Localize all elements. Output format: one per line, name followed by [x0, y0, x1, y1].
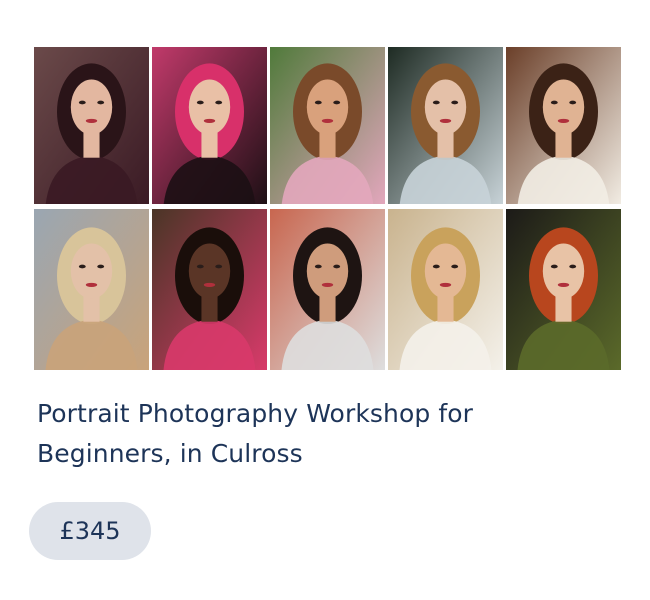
portrait-photo-icon [506, 209, 621, 370]
gallery-photo[interactable] [270, 209, 385, 370]
portrait-photo-icon [34, 47, 149, 204]
portrait-photo-icon [270, 47, 385, 204]
gallery-photo[interactable] [270, 47, 385, 204]
portrait-photo-icon [34, 209, 149, 370]
gallery-photo[interactable] [388, 47, 503, 204]
portrait-photo-icon [506, 47, 621, 204]
gallery-photo[interactable] [34, 209, 149, 370]
gallery-photo[interactable] [152, 209, 267, 370]
gallery-photo[interactable] [506, 209, 621, 370]
portrait-photo-icon [388, 47, 503, 204]
price-badge: £345 [29, 502, 151, 560]
price-label: £345 [59, 517, 121, 545]
gallery-photo[interactable] [34, 47, 149, 204]
photo-gallery[interactable] [34, 47, 622, 370]
portrait-photo-icon [270, 209, 385, 370]
portrait-photo-icon [388, 209, 503, 370]
workshop-card[interactable]: Portrait Photography Workshop for Beginn… [0, 0, 650, 600]
portrait-photo-icon [152, 209, 267, 370]
workshop-title[interactable]: Portrait Photography Workshop for Beginn… [37, 394, 597, 474]
gallery-photo[interactable] [506, 47, 621, 204]
gallery-photo[interactable] [388, 209, 503, 370]
gallery-photo[interactable] [152, 47, 267, 204]
portrait-photo-icon [152, 47, 267, 204]
